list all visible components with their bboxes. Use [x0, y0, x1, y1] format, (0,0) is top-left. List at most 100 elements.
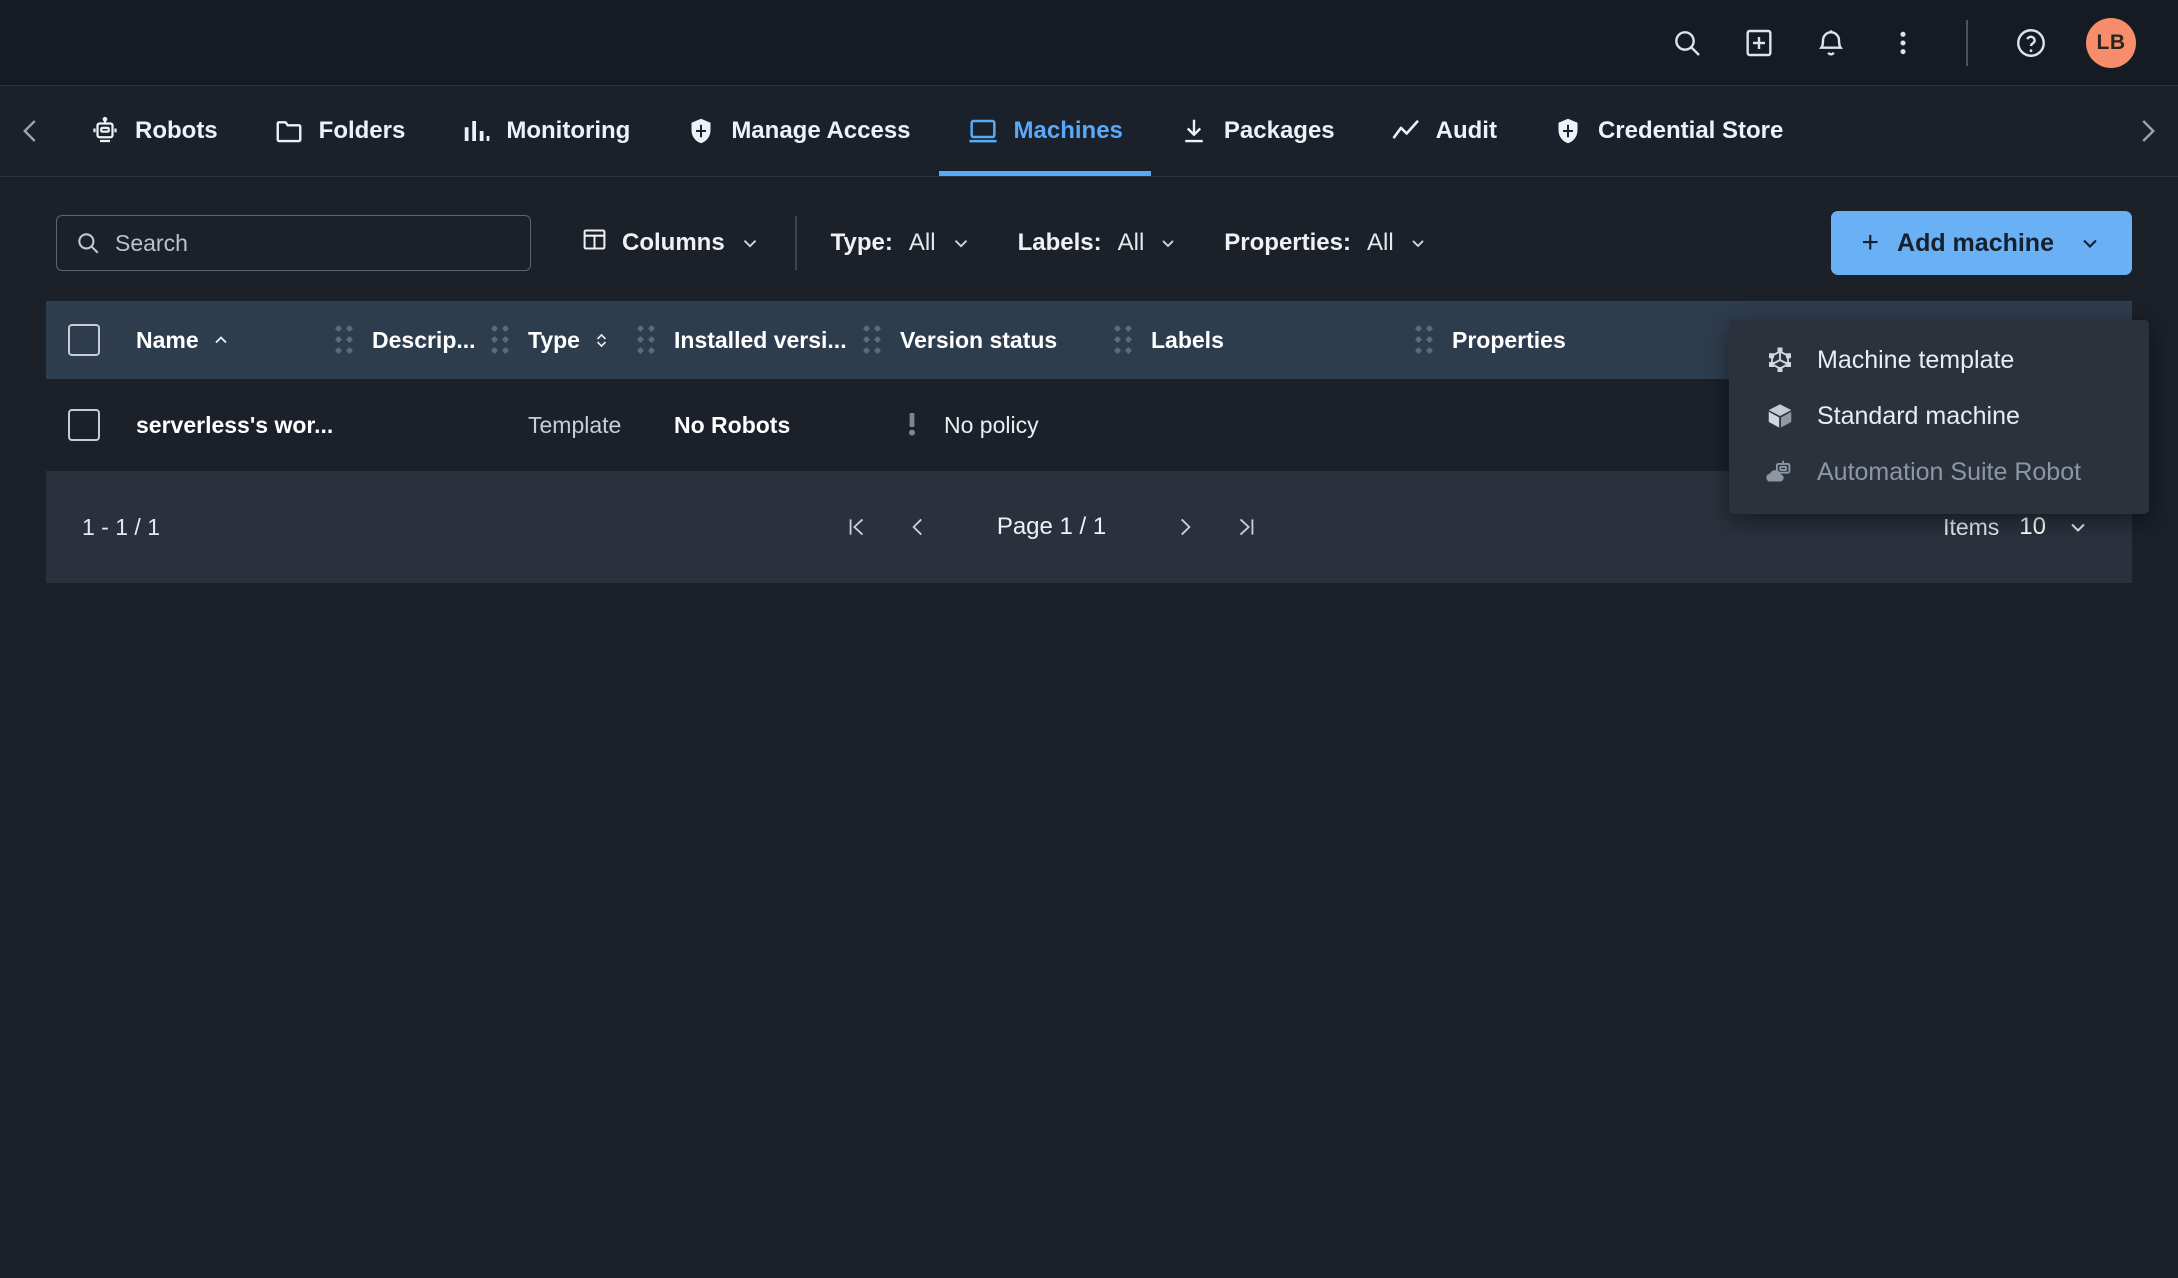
chevron-down-icon: [950, 232, 972, 254]
next-page-icon[interactable]: [1154, 496, 1216, 558]
version-status-text: No policy: [944, 411, 1039, 438]
application-window: LB Robots Folders Monitoring Manage Acce…: [0, 0, 2178, 1278]
help-circle-icon[interactable]: [2008, 20, 2054, 66]
column-resize-handle[interactable]: [490, 323, 510, 357]
tab-audit[interactable]: Audit: [1363, 86, 1525, 176]
cube-icon: [1765, 401, 1795, 431]
shield-icon: [1553, 116, 1583, 146]
menu-item-label: Machine template: [1817, 345, 2015, 374]
items-per-page-selector[interactable]: Items 10: [1943, 513, 2090, 541]
machine-template-icon: [1765, 345, 1795, 375]
column-label: Descrip...: [372, 326, 476, 353]
chevron-down-icon: [1158, 233, 1178, 253]
search-box[interactable]: [56, 215, 531, 271]
nav-scroll-left-icon[interactable]: [0, 86, 62, 176]
columns-icon: [581, 226, 608, 260]
column-resize-handle[interactable]: [1113, 323, 1133, 357]
nav-tab-list: Robots Folders Monitoring Manage Access …: [62, 86, 1811, 176]
filter-type[interactable]: Type: All: [831, 229, 972, 257]
column-resize-handle[interactable]: [334, 323, 354, 357]
filter-label: Labels:: [1017, 229, 1102, 256]
tab-label: Audit: [1435, 117, 1497, 144]
more-vertical-icon[interactable]: [1880, 20, 1926, 66]
tab-label: Machines: [1013, 117, 1123, 144]
avatar[interactable]: LB: [2086, 17, 2136, 68]
filter-label: Type:: [830, 229, 893, 256]
column-header-name[interactable]: Name: [136, 327, 336, 354]
column-label: Name: [136, 326, 199, 353]
tab-folders[interactable]: Folders: [246, 86, 434, 176]
add-machine-button[interactable]: + Add machine: [1831, 211, 2132, 275]
filter-label: Properties:: [1224, 229, 1351, 256]
chevron-down-icon: [2078, 231, 2102, 255]
column-label: Version status: [900, 326, 1058, 353]
row-checkbox[interactable]: [68, 409, 100, 441]
add-square-icon[interactable]: [1736, 20, 1782, 66]
robot-icon: [90, 116, 120, 146]
column-label: Installed versi...: [674, 326, 847, 353]
cell-type: Template: [528, 411, 622, 438]
column-header-version-status[interactable]: Version status: [900, 327, 1115, 354]
chevron-down-icon: [1408, 233, 1428, 253]
pagination: Page 1 / 1: [825, 496, 1278, 558]
column-header-installed-version[interactable]: Installed versi...: [674, 327, 864, 354]
search-icon[interactable]: [1664, 20, 1710, 66]
monitor-icon: [967, 115, 999, 147]
column-resize-handle[interactable]: [1414, 323, 1434, 357]
tab-machines[interactable]: Machines: [938, 86, 1152, 176]
plus-icon: +: [1861, 226, 1880, 259]
tab-monitoring[interactable]: Monitoring: [433, 86, 658, 176]
download-icon: [1179, 116, 1209, 146]
last-page-icon[interactable]: [1216, 496, 1278, 558]
columns-button[interactable]: Columns: [581, 226, 761, 260]
cell-name: serverless's wor...: [136, 411, 334, 438]
nav-scroll-right-icon[interactable]: [2116, 86, 2178, 176]
bar-chart-icon: [461, 116, 491, 146]
add-machine-label: Add machine: [1897, 228, 2054, 257]
column-label: Labels: [1151, 326, 1224, 353]
column-header-type[interactable]: Type: [528, 327, 638, 354]
column-header-labels[interactable]: Labels: [1151, 327, 1416, 354]
toolbar-spacer-2: [994, 216, 996, 270]
first-page-icon[interactable]: [825, 496, 887, 558]
items-value: 10: [2019, 513, 2046, 540]
columns-label: Columns: [622, 229, 725, 256]
tab-packages[interactable]: Packages: [1151, 86, 1363, 176]
column-resize-handle[interactable]: [862, 323, 882, 357]
sort-none-icon: [592, 331, 611, 350]
search-icon: [75, 230, 101, 256]
filter-properties[interactable]: Properties: All: [1224, 229, 1427, 257]
menu-item-standard-machine[interactable]: Standard machine: [1729, 388, 2149, 444]
search-input[interactable]: [115, 229, 512, 257]
shield-icon: [686, 116, 716, 146]
top-bar: LB: [0, 0, 2178, 85]
row-range-label: 1 - 1 / 1: [82, 513, 160, 540]
trend-line-icon: [1391, 116, 1421, 146]
menu-item-machine-template[interactable]: Machine template: [1729, 332, 2149, 388]
tab-credential-store[interactable]: Credential Store: [1525, 86, 1811, 176]
tab-label: Robots: [135, 117, 218, 144]
select-all-checkbox[interactable]: [68, 324, 100, 356]
navigation-tabs: Robots Folders Monitoring Manage Access …: [0, 85, 2178, 177]
toolbar-spacer-1: [555, 216, 557, 270]
filter-value: All: [1366, 229, 1394, 256]
tab-label: Folders: [318, 117, 406, 144]
warning-exclamation-icon: [900, 410, 924, 440]
column-header-description[interactable]: Descrip...: [372, 327, 492, 354]
column-resize-handle[interactable]: [636, 323, 656, 357]
items-label: Items: [1943, 513, 2000, 540]
tab-label: Monitoring: [506, 117, 631, 144]
filter-labels[interactable]: Labels: All: [1018, 229, 1179, 257]
tab-manage-access[interactable]: Manage Access: [658, 86, 938, 176]
bell-icon[interactable]: [1808, 20, 1854, 66]
tab-label: Packages: [1223, 117, 1335, 144]
prev-page-icon[interactable]: [887, 496, 949, 558]
folder-icon: [274, 116, 304, 146]
filter-value: All: [908, 229, 936, 256]
chevron-down-icon: [739, 232, 761, 254]
top-bar-icons: LB: [1664, 17, 2136, 68]
add-machine-menu: Machine template Standard machine Automa…: [1729, 320, 2149, 514]
column-header-properties[interactable]: Properties: [1452, 327, 1712, 354]
cloud-robot-icon: [1765, 457, 1795, 487]
tab-robots[interactable]: Robots: [62, 86, 246, 176]
